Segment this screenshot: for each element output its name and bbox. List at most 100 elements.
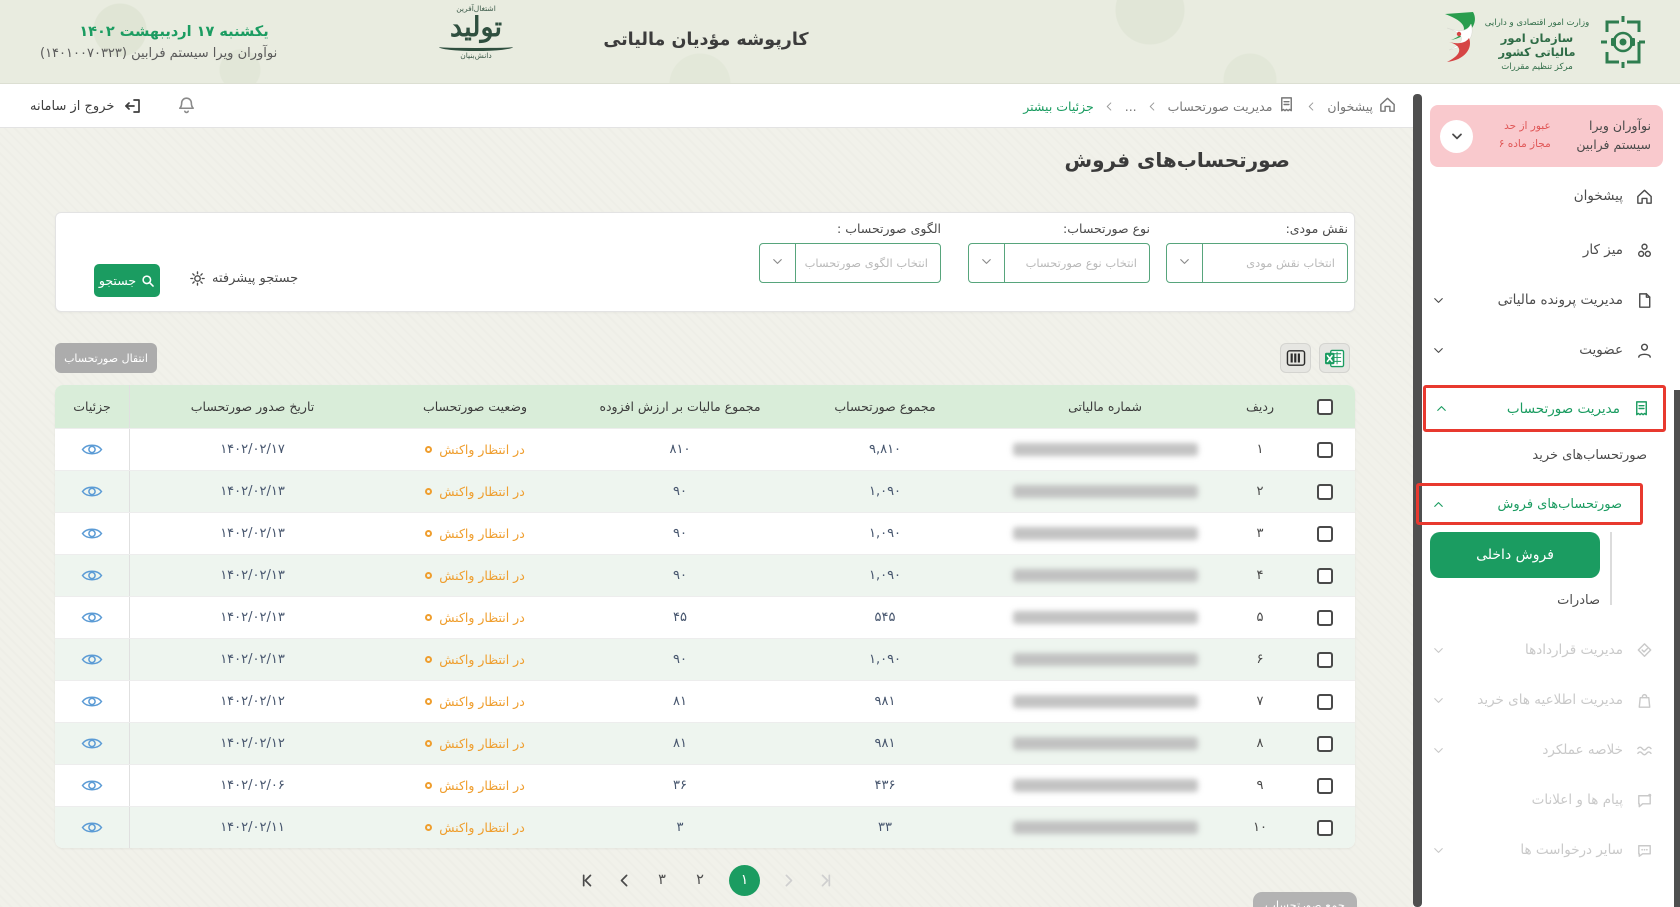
issue-date-cell: ۱۴۰۲/۰۲/۱۳: [130, 471, 375, 512]
details-eye-button[interactable]: [81, 778, 103, 793]
sidebar-item-label: مدیریت پرونده مالیاتی: [1498, 292, 1623, 308]
sidebar-item-3[interactable]: مدیریت پرونده مالیاتی: [1423, 280, 1666, 320]
details-eye-button[interactable]: [81, 442, 103, 457]
current-page-button[interactable]: ۱: [729, 865, 760, 896]
invoice-status: در انتظار واکنش: [425, 694, 525, 709]
invoice-status-cell: در انتظار واکنش: [375, 555, 575, 596]
chevron-down-icon: [1177, 254, 1192, 273]
tax-id-masked: [1013, 443, 1198, 456]
advanced-search-button[interactable]: جستجو پیشرفته: [189, 270, 298, 287]
details-eye-button[interactable]: [81, 610, 103, 625]
invoice-icon: [1632, 399, 1651, 418]
sidebar-item-label: عضویت: [1579, 342, 1623, 358]
sidebar-item-5[interactable]: مدیریت صورتحساب: [1423, 385, 1666, 432]
select-chevron-zone[interactable]: [1167, 244, 1203, 282]
details-eye-button[interactable]: [81, 820, 103, 835]
breadcrumb-item-3[interactable]: ...: [1125, 99, 1137, 114]
status-label: در انتظار واکنش: [439, 778, 525, 793]
invoice-status: در انتظار واکنش: [425, 442, 525, 457]
home-icon: [1635, 187, 1654, 206]
vat-total: ۹۰: [575, 639, 785, 680]
filter-select-1[interactable]: انتخاب نقش مودی: [1166, 243, 1348, 283]
invoice-status: در انتظار واکنش: [425, 736, 525, 751]
last-page-icon[interactable]: [579, 872, 596, 889]
desk-icon: [1635, 241, 1654, 260]
next-page-icon[interactable]: [616, 872, 633, 889]
issue-date-cell: ۱۴۰۲/۰۲/۱۱: [130, 807, 375, 848]
issue-date-cell: ۱۴۰۲/۰۲/۱۳: [130, 597, 375, 638]
notifications-bell-icon[interactable]: [176, 95, 197, 120]
breadcrumb-item-4[interactable]: جزئیات بیشتر: [1023, 99, 1094, 114]
invoice-total: ۱,۰۹۰: [785, 639, 985, 680]
details-eye-button[interactable]: [81, 484, 103, 499]
columns-icon: [1286, 349, 1306, 367]
invoice-status: در انتظار واکنش: [425, 484, 525, 499]
breadcrumb-item-2[interactable]: مدیریت صورتحساب: [1168, 95, 1297, 117]
tax-id-masked: [1013, 779, 1198, 792]
badge-expand-button[interactable]: [1440, 120, 1473, 153]
submenu-tree-line: [1610, 532, 1612, 605]
breadcrumb-label: جزئیات بیشتر: [1023, 99, 1094, 114]
tax-id-cell: [985, 723, 1225, 764]
status-label: در انتظار واکنش: [439, 736, 525, 751]
sidebar-item-4[interactable]: عضویت: [1423, 330, 1666, 370]
tax-id-masked: [1013, 695, 1198, 708]
status-dot-icon: [425, 446, 432, 453]
details-eye-button[interactable]: [81, 568, 103, 583]
table-row: ۷۹۸۱۸۱در انتظار واکنش۱۴۰۲/۰۲/۱۲: [55, 680, 1355, 722]
filter-select-2[interactable]: انتخاب نوع صورتحساب: [968, 243, 1150, 283]
details-eye-button[interactable]: [81, 694, 103, 709]
sidebar-item-2[interactable]: میز کار: [1423, 230, 1666, 270]
chevron-down-icon: [1431, 743, 1446, 758]
column-settings-button[interactable]: [1280, 343, 1311, 373]
details-eye-button[interactable]: [81, 736, 103, 751]
row-checkbox-cell: [1295, 429, 1355, 470]
details-eye-button[interactable]: [81, 526, 103, 541]
sidebar-subitem-6[interactable]: صورتحساب‌های خرید: [1423, 435, 1680, 475]
select-chevron-zone[interactable]: [969, 244, 1005, 282]
row-number: ۲: [1225, 471, 1295, 512]
filter-select-3[interactable]: انتخاب الگوی صورتحساب: [759, 243, 941, 283]
select-chevron-zone[interactable]: [760, 244, 796, 282]
invoice-total: ۵۴۵: [785, 597, 985, 638]
sidebar-subitem-domestic-sales-button[interactable]: فروش داخلی: [1430, 532, 1600, 578]
issue-date-cell: ۱۴۰۲/۰۲/۱۷: [130, 429, 375, 470]
status-label: در انتظار واکنش: [439, 484, 525, 499]
sidebar-subitem-7[interactable]: صورتحساب‌های فروش: [1416, 483, 1643, 525]
export-excel-button[interactable]: [1319, 343, 1350, 373]
row-checkbox[interactable]: [1317, 484, 1333, 500]
breadcrumb-item-1[interactable]: پیشخوان: [1327, 95, 1397, 117]
page-number-button[interactable]: ۳: [653, 872, 671, 888]
tax-id-masked: [1013, 737, 1198, 750]
filter-label: نوع صورتحساب:: [968, 221, 1150, 236]
row-checkbox[interactable]: [1317, 736, 1333, 752]
logout-button[interactable]: خروج از سامانه: [30, 84, 143, 128]
page-number-button[interactable]: ۲: [691, 872, 709, 888]
advanced-search-label: جستجو پیشرفته: [212, 271, 298, 286]
invoice-sum-button[interactable]: جمع صورتحساب: [1253, 892, 1357, 907]
row-checkbox[interactable]: [1317, 694, 1333, 710]
ministry-line3: مرکز تنظیم مقررات: [1481, 62, 1593, 72]
page-title: صورتحساب‌های فروش: [1065, 148, 1291, 172]
transfer-invoice-button[interactable]: انتقال صورتحساب: [55, 343, 157, 373]
user-quota-badge[interactable]: نوآوران ویرا سیستم فرابین عبور از حد مجا…: [1430, 105, 1663, 167]
status-label: در انتظار واکنش: [439, 526, 525, 541]
row-checkbox[interactable]: [1317, 442, 1333, 458]
sidebar-item-10: مدیریت قراردادها: [1423, 630, 1666, 670]
filter-placeholder: انتخاب نقش مودی: [1246, 244, 1335, 282]
row-checkbox[interactable]: [1317, 820, 1333, 836]
row-checkbox[interactable]: [1317, 778, 1333, 794]
details-cell: [55, 765, 130, 806]
row-checkbox[interactable]: [1317, 652, 1333, 668]
row-checkbox[interactable]: [1317, 568, 1333, 584]
status-label: در انتظار واکنش: [439, 442, 525, 457]
row-checkbox[interactable]: [1317, 610, 1333, 626]
invoice-total: ۱,۰۹۰: [785, 555, 985, 596]
table-row: ۹۴۳۶۳۶در انتظار واکنش۱۴۰۲/۰۲/۰۶: [55, 764, 1355, 806]
row-checkbox[interactable]: [1317, 526, 1333, 542]
details-eye-button[interactable]: [81, 652, 103, 667]
sidebar-item-1[interactable]: پیشخوان: [1423, 176, 1666, 216]
sidebar-subitem-9[interactable]: صادرات: [1423, 580, 1680, 620]
search-button[interactable]: جستجو: [94, 264, 160, 297]
select-all-checkbox[interactable]: [1317, 399, 1333, 415]
